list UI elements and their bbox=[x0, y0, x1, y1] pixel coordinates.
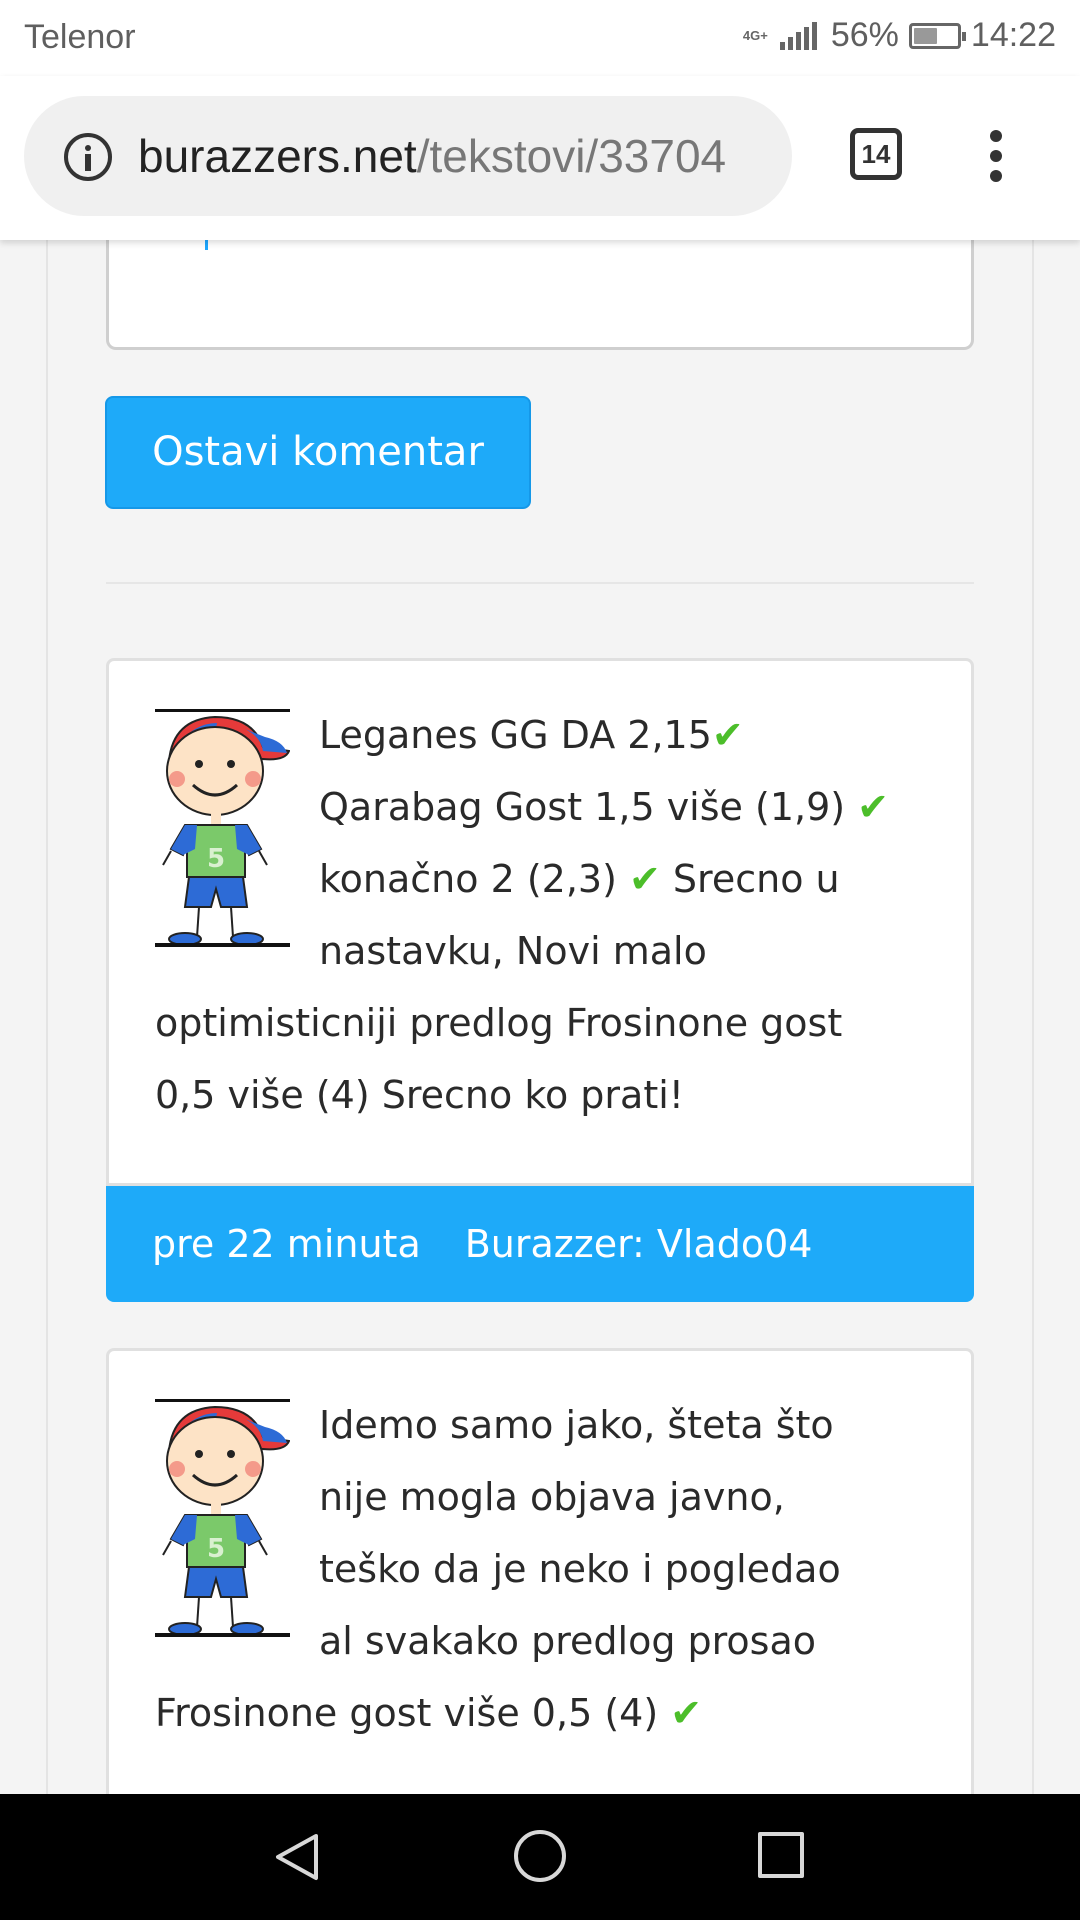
comment-text: Idemo samo jako, šteta što nije mogla ob… bbox=[155, 1389, 931, 1749]
comment-text: Leganes GG DA 2,15✔ Qarabag Gost 1,5 viš… bbox=[155, 699, 931, 1131]
url-text[interactable]: burazzers.net/tekstovi/33704 bbox=[138, 126, 778, 186]
menu-icon[interactable] bbox=[990, 130, 1002, 182]
status-bar: Telenor 4G+ 56% 14:22 bbox=[0, 0, 1080, 76]
status-icons: 4G+ 56% 14:22 bbox=[743, 16, 1056, 55]
comment-line: al svakako predlog prosao bbox=[319, 1619, 817, 1663]
divider bbox=[106, 582, 974, 584]
tab-switcher-icon[interactable]: 14 bbox=[850, 128, 902, 180]
comment-line: Qarabag Gost 1,5 više (1,9) ✔ bbox=[319, 785, 890, 829]
comment-line: optimisticniji predlog Frosinone gost bbox=[155, 1001, 843, 1045]
check-icon: ✔ bbox=[857, 785, 890, 829]
comment-line: 0,5 više (4) Srecno ko prati! bbox=[155, 1073, 685, 1117]
home-icon[interactable] bbox=[514, 1830, 566, 1882]
carrier-name: Telenor bbox=[24, 18, 136, 56]
comment-meta: pre 22 minuta Burazzer: Vlado04 bbox=[106, 1186, 974, 1302]
check-icon: ✔ bbox=[629, 857, 661, 901]
comment-line: nije mogla objava javno, bbox=[319, 1475, 785, 1519]
submit-comment-button[interactable]: Ostavi komentar bbox=[105, 396, 531, 509]
comment-author[interactable]: Burazzer: Vlado04 bbox=[465, 1222, 813, 1266]
comment-line: Frosinone gost više 0,5 (4) ✔ bbox=[155, 1691, 703, 1735]
recents-icon[interactable] bbox=[758, 1832, 804, 1878]
address-bar[interactable]: burazzers.net/tekstovi/33704 bbox=[24, 96, 792, 216]
back-icon[interactable] bbox=[272, 1832, 322, 1882]
navigation-bar bbox=[0, 1794, 1080, 1920]
network-type: 4G+ bbox=[742, 28, 768, 43]
battery-level bbox=[913, 27, 938, 44]
clock: 14:22 bbox=[970, 16, 1056, 54]
info-icon[interactable] bbox=[64, 133, 112, 181]
browser-toolbar: burazzers.net/tekstovi/33704 14 bbox=[0, 76, 1080, 240]
comment-line: Idemo samo jako, šteta što bbox=[319, 1403, 834, 1447]
check-icon: ✔ bbox=[670, 1691, 703, 1735]
check-icon: ✔ bbox=[711, 713, 744, 757]
comment-time: pre 22 minuta bbox=[152, 1222, 421, 1266]
comment-line: teško da je neko i pogledao bbox=[319, 1547, 841, 1591]
battery-icon bbox=[908, 22, 966, 49]
battery-percent: 56% bbox=[830, 16, 899, 54]
comment-line: konačno 2 (2,3) ✔ Srecno u bbox=[319, 857, 840, 901]
url-host: burazzers.net bbox=[138, 130, 417, 182]
comment-line: Leganes GG DA 2,15✔ bbox=[319, 713, 744, 757]
comment-line: nastavku, Novi malo bbox=[319, 929, 707, 973]
comment-card: 5 Leganes GG DA 2,15✔ Qarabag Gost 1,5 v… bbox=[106, 658, 974, 1186]
signal-icon bbox=[779, 21, 817, 50]
tab-count: 14 bbox=[861, 139, 891, 169]
comment-card: 5 Idemo samo jako, šteta što nije mogla … bbox=[106, 1348, 974, 1798]
url-path: /tekstovi/33704 bbox=[416, 130, 727, 182]
